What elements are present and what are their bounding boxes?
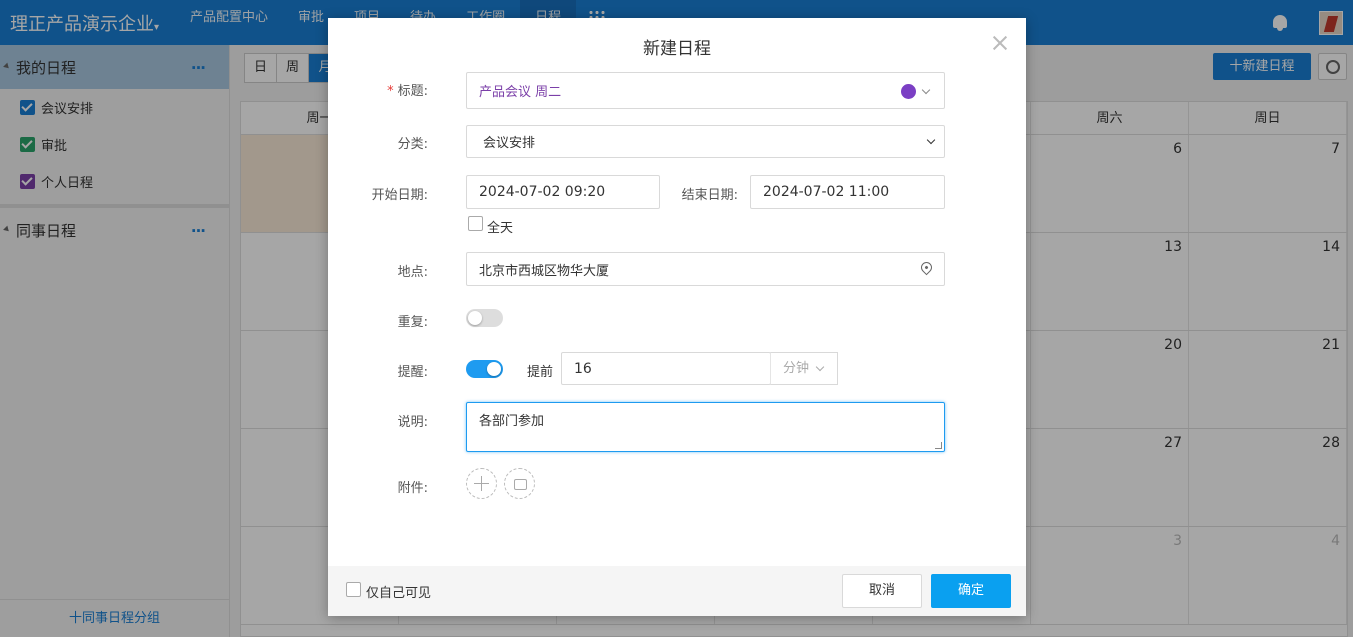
end-date-value: 2024-07-02 11:00 [763,184,890,200]
title-label: * 标题: [387,84,428,99]
title-label-text: 标题: [397,84,428,99]
toggle-knob [487,362,501,376]
dialog-footer: 仅自己可见 取消 确定 [328,566,1026,616]
remind-minutes-value: 16 [574,360,592,377]
self-visible-label: 仅自己可见 [366,586,432,601]
toggle-knob [468,311,482,325]
cloud-drive-icon[interactable] [504,468,535,499]
remind-label: 提醒: [397,365,428,380]
confirm-button[interactable]: 确定 [931,574,1011,608]
end-date-label: 结束日期: [681,188,738,203]
chevron-down-icon [815,362,825,372]
allday-checkbox[interactable] [468,216,483,231]
title-value: 产品会议 周二 [479,85,562,100]
repeat-toggle[interactable] [466,309,503,327]
close-icon[interactable] [992,35,1008,51]
remind-minutes-input[interactable]: 16 [561,352,771,385]
description-value: 各部门参加 [479,414,545,429]
start-date-value: 2024-07-02 09:20 [479,184,606,200]
remind-prefix: 提前 [527,365,554,380]
self-visible-checkbox[interactable] [346,582,361,597]
color-picker-dot[interactable] [901,84,916,99]
desc-label: 说明: [397,415,428,430]
start-date-input[interactable]: 2024-07-02 09:20 [466,175,660,209]
category-select[interactable]: 会议安排 [466,125,945,158]
location-label: 地点: [397,265,428,280]
cancel-button[interactable]: 取消 [842,574,922,608]
add-attachment-icon[interactable] [466,468,497,499]
start-date-label: 开始日期: [371,188,428,203]
chevron-down-icon [926,135,936,145]
new-schedule-dialog: 新建日程 * 标题: 产品会议 周二 分类: 会议安排 开始日期: 2024-07… [328,18,1026,616]
dialog-title: 新建日程 [643,39,711,59]
category-value: 会议安排 [483,136,536,151]
remind-toggle[interactable] [466,360,503,378]
resize-grip-icon[interactable] [935,442,942,449]
allday-label: 全天 [487,221,514,236]
remind-unit-value: 分钟 [783,361,810,376]
location-input[interactable]: 北京市西城区物华大厦 [466,252,945,286]
category-label: 分类: [397,137,428,152]
location-pin-icon[interactable] [918,259,935,276]
location-value: 北京市西城区物华大厦 [479,263,610,279]
remind-unit-select[interactable]: 分钟 [770,352,838,385]
end-date-input[interactable]: 2024-07-02 11:00 [750,175,945,209]
attach-label: 附件: [397,481,428,496]
repeat-label: 重复: [397,315,428,330]
description-textarea[interactable]: 各部门参加 [466,402,945,452]
chevron-down-icon[interactable] [921,85,931,95]
title-input[interactable]: 产品会议 周二 [466,72,945,109]
